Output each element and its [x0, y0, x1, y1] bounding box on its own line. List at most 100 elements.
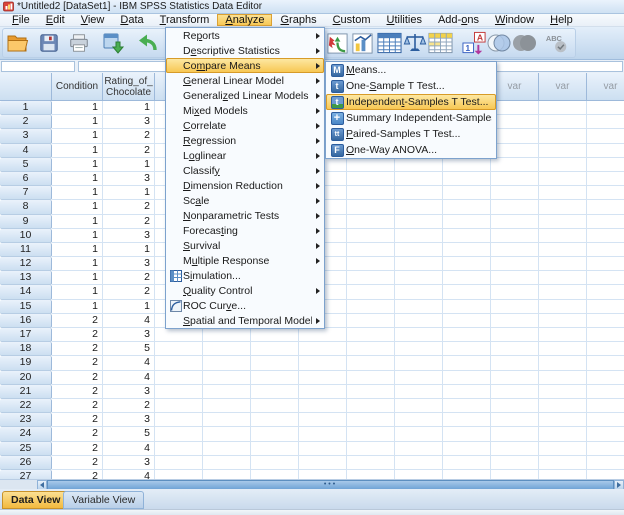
cell-empty[interactable]	[491, 214, 539, 229]
cell-empty[interactable]	[587, 300, 624, 314]
row-header[interactable]: 16	[0, 313, 52, 328]
cell-empty[interactable]	[539, 441, 587, 456]
cell-empty[interactable]	[443, 441, 491, 456]
row-header[interactable]: 18	[0, 342, 52, 357]
cell-empty[interactable]	[491, 427, 539, 442]
cell-empty[interactable]	[539, 186, 587, 201]
row-header[interactable]: 7	[0, 186, 52, 201]
row-header[interactable]: 12	[0, 257, 52, 272]
cell-empty[interactable]	[395, 157, 443, 172]
cell-empty[interactable]	[491, 228, 539, 243]
cell-empty[interactable]	[395, 328, 443, 343]
cell-empty[interactable]	[395, 257, 443, 272]
cell-empty[interactable]	[299, 384, 347, 399]
cell-empty[interactable]	[251, 384, 299, 399]
cell-rating[interactable]: 4	[103, 469, 155, 479]
cell-empty[interactable]	[491, 271, 539, 286]
cell-empty[interactable]	[443, 328, 491, 343]
cell-empty[interactable]	[299, 328, 347, 343]
cell-empty[interactable]	[299, 413, 347, 428]
cell-empty[interactable]	[395, 285, 443, 300]
cell-empty[interactable]	[203, 441, 251, 456]
open-data-icon[interactable]	[4, 30, 30, 56]
analyze-menu-item-quality-control[interactable]: Quality Control	[166, 283, 324, 298]
cell-empty[interactable]	[443, 271, 491, 286]
analyze-menu-item-roc-curve[interactable]: ROC Curve...	[166, 298, 324, 313]
cell-empty[interactable]	[443, 242, 491, 258]
cell-empty[interactable]	[203, 398, 251, 414]
cell-empty[interactable]	[395, 228, 443, 243]
analyze-menu-item-forecasting[interactable]: Forecasting	[166, 223, 324, 238]
cell-empty[interactable]	[251, 469, 299, 479]
cell-empty[interactable]	[539, 143, 587, 158]
cell-rating[interactable]: 3	[103, 328, 155, 343]
analyze-menu-item-multiple-response[interactable]: Multiple Response	[166, 253, 324, 268]
submenu-item-paired-samples-t-test[interactable]: tt Paired-Samples T Test...	[326, 126, 496, 142]
menu-file[interactable]: File	[4, 14, 38, 26]
column-header-var[interactable]: var	[491, 73, 539, 101]
cell-empty[interactable]	[251, 370, 299, 385]
cell-empty[interactable]	[155, 455, 203, 470]
row-header[interactable]: 14	[0, 285, 52, 300]
cell-empty[interactable]	[395, 171, 443, 187]
cell-empty[interactable]	[347, 427, 395, 442]
cell-empty[interactable]	[347, 313, 395, 328]
cell-empty[interactable]	[539, 469, 587, 479]
cell-rating[interactable]: 3	[103, 257, 155, 272]
cell-rating[interactable]: 3	[103, 455, 155, 470]
cell-empty[interactable]	[539, 413, 587, 428]
cell-condition[interactable]: 1	[52, 257, 103, 272]
cell-condition[interactable]: 1	[52, 228, 103, 243]
cell-empty[interactable]	[155, 413, 203, 428]
analyze-menu-item-general-linear-model[interactable]: General Linear Model	[166, 73, 324, 88]
cell-empty[interactable]	[539, 427, 587, 442]
cell-condition[interactable]: 1	[52, 186, 103, 201]
cell-empty[interactable]	[155, 398, 203, 414]
row-header[interactable]: 26	[0, 455, 52, 470]
cell-empty[interactable]	[587, 271, 624, 286]
cell-empty[interactable]	[491, 257, 539, 272]
analyze-menu-item-spatial-and-temporal-modeling[interactable]: Spatial and Temporal Modeling...	[166, 313, 324, 328]
cell-empty[interactable]	[587, 257, 624, 272]
analyze-menu-item-survival[interactable]: Survival	[166, 238, 324, 253]
cell-condition[interactable]: 1	[52, 101, 103, 116]
cell-rating[interactable]: 2	[103, 285, 155, 300]
cell-condition[interactable]: 2	[52, 427, 103, 442]
column-header-condition[interactable]: Condition	[52, 73, 103, 101]
cell-empty[interactable]	[347, 328, 395, 343]
cell-empty[interactable]	[443, 342, 491, 357]
cell-empty[interactable]	[395, 271, 443, 286]
cell-empty[interactable]	[587, 399, 624, 414]
cell-empty[interactable]	[203, 413, 251, 428]
cell-empty[interactable]	[299, 398, 347, 414]
cell-condition[interactable]: 2	[52, 398, 103, 414]
cell-empty[interactable]	[443, 299, 491, 314]
value-labels-icon[interactable]: A1	[461, 30, 487, 56]
cell-empty[interactable]	[203, 356, 251, 371]
cell-empty[interactable]	[443, 313, 491, 328]
cell-empty[interactable]	[155, 469, 203, 479]
cell-empty[interactable]	[347, 342, 395, 357]
tab-variable-view[interactable]: Variable View	[63, 491, 145, 509]
cell-empty[interactable]	[539, 257, 587, 272]
cell-empty[interactable]	[251, 441, 299, 456]
cell-condition[interactable]: 2	[52, 370, 103, 385]
split-file-icon[interactable]	[427, 30, 453, 56]
cell-empty[interactable]	[587, 427, 624, 442]
cell-rating[interactable]: 2	[103, 214, 155, 229]
row-header[interactable]: 25	[0, 441, 52, 456]
cell-empty[interactable]	[347, 299, 395, 314]
select-cases-icon[interactable]	[511, 30, 537, 56]
cell-empty[interactable]	[299, 342, 347, 357]
cell-empty[interactable]	[587, 172, 624, 187]
cell-empty[interactable]	[347, 356, 395, 371]
cell-empty[interactable]	[443, 228, 491, 243]
cell-empty[interactable]	[299, 427, 347, 442]
cell-empty[interactable]	[443, 200, 491, 215]
goto-variable-icon[interactable]	[349, 30, 375, 56]
cell-empty[interactable]	[347, 455, 395, 470]
cell-empty[interactable]	[539, 129, 587, 144]
analyze-menu-item-simulation[interactable]: Simulation...	[166, 268, 324, 283]
cell-empty[interactable]	[443, 186, 491, 201]
cell-condition[interactable]: 1	[52, 157, 103, 172]
